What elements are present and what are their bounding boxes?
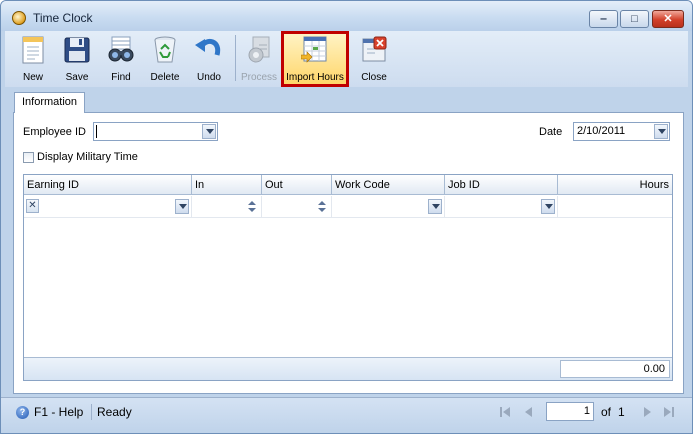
information-panel: Employee ID Date 2/10/2011 Display Milit…: [13, 112, 684, 394]
chevron-down-icon: [432, 204, 440, 209]
in-spinner[interactable]: [246, 199, 258, 214]
maximize-button[interactable]: □: [620, 10, 649, 28]
chevron-down-icon: [545, 204, 553, 209]
chevron-down-icon: [658, 129, 666, 134]
of-label: of: [601, 405, 612, 419]
total-hours: 0.00: [560, 360, 670, 378]
column-header-work-code[interactable]: Work Code: [332, 175, 445, 195]
date-label: Date: [539, 126, 563, 138]
grid-header: Earning ID In Out Work Code Job ID Hours: [24, 175, 672, 195]
page-count: 1: [618, 405, 625, 419]
hours-cell[interactable]: [558, 196, 672, 218]
date-value: 2/10/2011: [577, 125, 626, 137]
close-window-button[interactable]: ✕: [652, 10, 684, 28]
earning-id-cell[interactable]: ✕: [24, 196, 192, 218]
delete-label: Delete: [150, 72, 180, 83]
out-spinner[interactable]: [316, 199, 328, 214]
first-page-icon[interactable]: [499, 406, 511, 418]
date-dropdown-button[interactable]: [654, 124, 668, 139]
date-picker[interactable]: 2/10/2011: [573, 122, 670, 141]
delete-button[interactable]: Delete: [143, 31, 187, 87]
column-header-earning-id[interactable]: Earning ID: [24, 175, 192, 195]
title-bar: Time Clock ‒ □ ✕: [1, 1, 692, 31]
spin-down-icon: [318, 208, 326, 212]
employee-id-combo[interactable]: [93, 122, 218, 141]
import-hours-icon: [301, 36, 327, 63]
find-label: Find: [111, 72, 131, 83]
minimize-icon: ‒: [600, 13, 607, 25]
employee-id-dropdown-button[interactable]: [202, 124, 216, 139]
job-id-dropdown-button[interactable]: [541, 199, 555, 214]
last-page-icon[interactable]: [663, 406, 675, 418]
close-form-icon: [362, 36, 387, 62]
tab-information[interactable]: Information: [14, 92, 86, 113]
column-header-job-id[interactable]: Job ID: [445, 175, 558, 195]
close-icon: ✕: [663, 13, 673, 25]
out-cell[interactable]: [262, 196, 332, 218]
save-disk-icon: [64, 37, 90, 63]
military-time-label: Display Military Time: [37, 151, 138, 163]
remove-row-icon[interactable]: ✕: [26, 199, 39, 213]
new-document-icon: [22, 36, 44, 64]
status-text: Ready: [97, 405, 132, 419]
work-code-dropdown-button[interactable]: [428, 199, 442, 214]
help-text[interactable]: F1 - Help: [34, 405, 83, 419]
undo-label: Undo: [197, 72, 221, 83]
column-header-in[interactable]: In: [192, 175, 262, 195]
help-icon[interactable]: ?: [16, 406, 29, 419]
toolbar-separator: [235, 35, 236, 81]
column-header-out[interactable]: Out: [262, 175, 332, 195]
text-cursor: [96, 125, 97, 138]
time-clock-window: Time Clock ‒ □ ✕ New Save Find Delete Un…: [0, 0, 693, 434]
page-number-input[interactable]: 1: [546, 402, 594, 421]
toolbar: New Save Find Delete Undo Process Import…: [5, 31, 688, 87]
grid-footer: 0.00: [24, 357, 672, 380]
previous-page-icon[interactable]: [523, 406, 535, 418]
in-cell[interactable]: [192, 196, 262, 218]
new-button[interactable]: New: [11, 31, 55, 87]
process-gears-icon: [248, 36, 270, 63]
import-hours-label: Import Hours: [286, 72, 344, 83]
content-area: Information Employee ID Date 2/10/2011 D…: [5, 87, 688, 397]
import-hours-button[interactable]: Import Hours: [281, 31, 349, 87]
minimize-button[interactable]: ‒: [589, 10, 618, 28]
spin-up-icon: [318, 201, 326, 205]
earning-id-dropdown-button[interactable]: [175, 199, 189, 214]
spin-down-icon: [248, 208, 256, 212]
save-label: Save: [65, 72, 89, 83]
chevron-down-icon: [179, 204, 187, 209]
employee-id-label: Employee ID: [23, 126, 86, 138]
status-bar: ? F1 - Help Ready 1 of 1: [1, 397, 692, 433]
close-button[interactable]: Close: [352, 31, 396, 87]
spin-up-icon: [248, 201, 256, 205]
military-time-checkbox[interactable]: [23, 152, 34, 163]
job-id-cell[interactable]: [445, 196, 558, 218]
undo-button[interactable]: Undo: [187, 31, 231, 87]
new-label: New: [22, 72, 43, 83]
next-page-icon[interactable]: [641, 406, 653, 418]
process-button[interactable]: Process: [237, 31, 281, 87]
status-separator: [91, 404, 92, 420]
table-row: ✕: [24, 196, 672, 218]
close-label: Close: [361, 72, 387, 83]
save-button[interactable]: Save: [55, 31, 99, 87]
app-clock-icon: [12, 11, 26, 25]
recycle-bin-icon: [154, 36, 176, 63]
find-button[interactable]: Find: [99, 31, 143, 87]
chevron-down-icon: [206, 129, 214, 134]
column-header-hours[interactable]: Hours: [558, 175, 672, 195]
process-label: Process: [240, 72, 278, 83]
undo-arrow-icon: [195, 38, 221, 56]
window-title: Time Clock: [33, 11, 93, 25]
earnings-grid: Earning ID In Out Work Code Job ID Hours…: [23, 174, 673, 381]
work-code-cell[interactable]: [332, 196, 445, 218]
binoculars-icon: [108, 36, 134, 62]
maximize-icon: □: [631, 13, 638, 25]
